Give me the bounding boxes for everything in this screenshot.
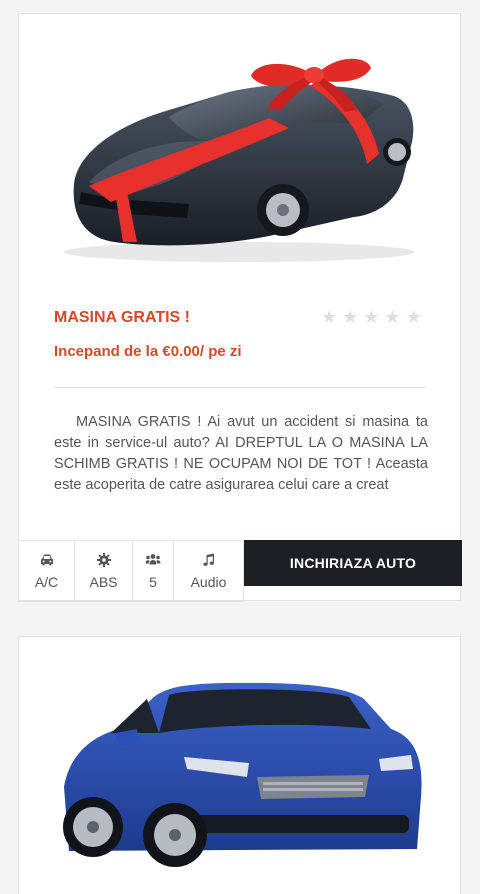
feature-label: A/C: [34, 574, 59, 590]
star-icon: ★: [321, 307, 338, 328]
blue-car-image[interactable]: [19, 637, 460, 894]
car-listing-card: [18, 636, 461, 894]
feature-label: ABS: [89, 574, 118, 590]
feature-label: Audio: [190, 574, 227, 590]
listing-title[interactable]: MASINA GRATIS !: [54, 309, 190, 327]
star-icon: ★: [384, 307, 401, 328]
star-icon: ★: [363, 307, 380, 328]
car-listing-card: MASINA GRATIS ! ★ ★ ★ ★ ★ Incepand de la…: [18, 13, 462, 602]
gear-icon: [96, 553, 111, 567]
listing-description: MASINA GRATIS ! Ai avut un accident si m…: [54, 414, 428, 493]
feature-abs: ABS: [75, 541, 133, 601]
car-icon: [40, 554, 53, 566]
users-icon: [145, 554, 161, 565]
music-note-icon: [202, 553, 214, 566]
rent-car-button[interactable]: INCHIRIAZA AUTO: [244, 540, 462, 586]
star-icon: ★: [342, 307, 359, 328]
feature-audio: Audio: [174, 541, 243, 601]
feature-ac: A/C: [19, 541, 75, 601]
feature-label: 5: [149, 574, 157, 590]
listings-page: MASINA GRATIS ! ★ ★ ★ ★ ★ Incepand de la…: [0, 0, 480, 894]
listing-price: Incepand de la €0.00/ pe zi: [54, 343, 242, 360]
divider: [54, 387, 426, 388]
car-gift-image[interactable]: [19, 14, 460, 284]
features-bar: A/C ABS 5 Audio: [18, 540, 244, 602]
star-icon: ★: [405, 307, 422, 328]
rating-stars: ★ ★ ★ ★ ★: [321, 308, 422, 328]
feature-seats: 5: [133, 541, 174, 601]
